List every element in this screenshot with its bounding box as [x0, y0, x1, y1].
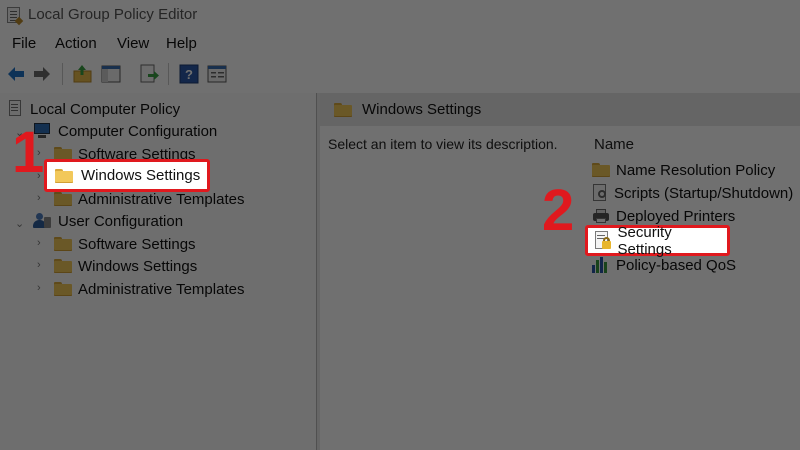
tree-item-user-administrative-templates[interactable]: Administrative Templates — [54, 278, 244, 300]
tree-label: Computer Configuration — [58, 122, 218, 140]
toolbar: ? — [0, 58, 800, 90]
tree-item-local-computer-policy[interactable]: Local Computer Policy — [8, 98, 180, 120]
console-tree-pane: Local Computer Policy ⌄ Computer Configu… — [0, 93, 317, 450]
window: Local Group Policy Editor File Action Vi… — [0, 0, 800, 450]
name-column-header[interactable]: Name — [594, 136, 634, 153]
help-icon[interactable]: ? — [178, 63, 200, 85]
list-item-scripts[interactable]: Scripts (Startup/Shutdown) — [592, 182, 793, 204]
folder-icon — [54, 259, 72, 273]
chevron-down-icon[interactable]: ⌄ — [15, 217, 24, 230]
back-arrow-icon[interactable] — [5, 63, 27, 85]
folder-icon — [592, 163, 610, 177]
highlight-security-settings[interactable]: Security Settings — [585, 223, 730, 258]
export-list-icon[interactable] — [138, 63, 160, 85]
menu-file[interactable]: File — [12, 35, 36, 52]
menu-view[interactable]: View — [117, 35, 149, 52]
description-text: Select an item to view its description. — [328, 136, 558, 152]
folder-icon — [54, 237, 72, 251]
chevron-right-icon[interactable]: › — [37, 237, 41, 249]
toolbar-separator — [62, 63, 63, 85]
list-item-label: Name Resolution Policy — [616, 161, 776, 179]
tree-item-user-configuration[interactable]: User Configuration — [32, 210, 183, 232]
tree-item-user-software-settings[interactable]: Software Settings — [54, 233, 196, 255]
chevron-right-icon[interactable]: › — [37, 192, 41, 204]
properties-icon[interactable] — [206, 63, 228, 85]
title-bar: Local Group Policy Editor — [0, 0, 800, 32]
tree-label: Administrative Templates — [78, 280, 245, 298]
bar-chart-icon — [592, 257, 610, 273]
script-gear-icon — [592, 184, 608, 202]
details-header-title: Windows Settings — [362, 101, 482, 118]
window-title: Local Group Policy Editor — [28, 6, 198, 23]
svg-text:?: ? — [185, 67, 193, 82]
list-item-name-resolution-policy[interactable]: Name Resolution Policy — [592, 159, 775, 181]
highlight-label: Security Settings — [617, 223, 672, 258]
security-lock-icon — [594, 230, 612, 251]
toolbar-separator — [168, 63, 169, 85]
menu-help[interactable]: Help — [166, 35, 197, 52]
tree-item-computer-configuration[interactable]: Computer Configuration — [32, 120, 217, 142]
up-folder-icon[interactable] — [72, 63, 94, 85]
chevron-right-icon[interactable]: › — [37, 259, 41, 271]
tree-label: Software Settings — [78, 235, 196, 253]
list-item-label: Deployed Printers — [616, 207, 736, 225]
folder-icon — [54, 192, 72, 206]
policy-document-icon — [8, 100, 24, 118]
user-icon — [32, 213, 52, 229]
highlight-label: Windows Settings — [81, 167, 201, 184]
step-number-2: 2 — [542, 178, 575, 243]
chevron-right-icon[interactable]: › — [37, 282, 41, 294]
group-policy-app-icon — [7, 7, 20, 23]
folder-icon — [334, 102, 352, 117]
printer-icon — [592, 208, 610, 224]
show-hide-tree-icon[interactable] — [100, 63, 122, 85]
tree-item-user-windows-settings[interactable]: Windows Settings — [54, 255, 197, 277]
tree-label: Local Computer Policy — [30, 100, 181, 118]
tree-label: Windows Settings — [78, 257, 198, 275]
folder-icon — [54, 282, 72, 296]
highlight-windows-settings[interactable]: Windows Settings — [44, 159, 210, 192]
tree-label: User Configuration — [58, 212, 184, 230]
tree-label: Administrative Templates — [78, 190, 245, 208]
details-header: Windows Settings — [320, 93, 800, 126]
menu-action[interactable]: Action — [55, 35, 97, 52]
step-number-1: 1 — [12, 120, 45, 185]
menu-bar: File Action View Help — [0, 32, 800, 56]
forward-arrow-icon[interactable] — [31, 63, 53, 85]
list-item-label: Scripts (Startup/Shutdown) — [614, 184, 794, 202]
list-item-label: Policy-based QoS — [616, 256, 737, 274]
details-pane: Windows Settings Select an item to view … — [320, 93, 800, 450]
folder-icon — [55, 168, 73, 183]
